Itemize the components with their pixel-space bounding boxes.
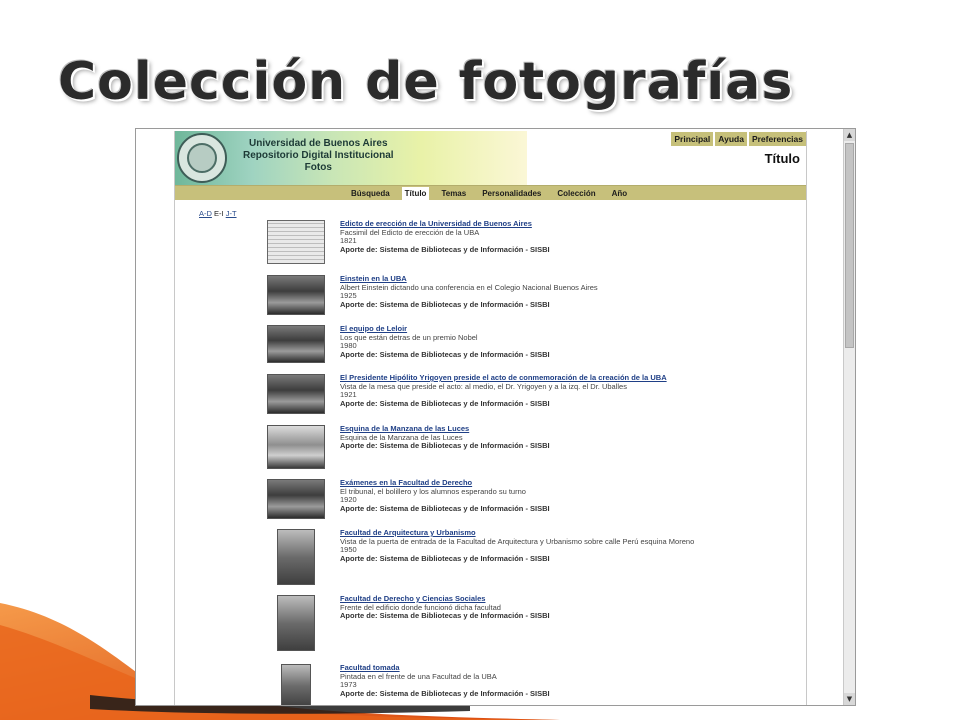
site-banner: Universidad de Buenos Aires Repositorio … — [175, 131, 527, 185]
top-menu: Principal Ayuda Preferencias — [671, 132, 806, 146]
alphabet-index: A-D E-I J-T — [199, 209, 237, 218]
scroll-down-arrow-icon[interactable]: ▼ — [844, 693, 855, 705]
menu-principal[interactable]: Principal — [671, 132, 714, 146]
university-seal-icon — [177, 133, 227, 183]
banner-line-repository: Repositorio Digital Institucional — [243, 150, 394, 161]
tab-busqueda[interactable]: Búsqueda — [351, 187, 390, 200]
item-description: Los que están detras de un premio Nobel — [340, 332, 478, 342]
website-screenshot: ▲ ▼ Universidad de Buenos Aires Reposito… — [135, 128, 856, 706]
page-title: Título — [764, 151, 800, 166]
tab-temas[interactable]: Temas — [441, 187, 466, 200]
photo-thumbnail[interactable] — [267, 220, 325, 264]
item-credit: Aporte de: Sistema de Bibliotecas y de I… — [340, 299, 550, 309]
photo-thumbnail[interactable] — [267, 374, 325, 414]
tab-titulo[interactable]: Título — [401, 187, 430, 200]
photo-thumbnail[interactable] — [267, 425, 325, 469]
banner-text: Universidad de Buenos Aires Repositorio … — [243, 138, 394, 174]
menu-ayuda[interactable]: Ayuda — [715, 132, 747, 146]
nav-bar: Búsqueda Título Temas Personalidades Col… — [175, 185, 806, 200]
item-credit: Aporte de: Sistema de Bibliotecas y de I… — [340, 503, 550, 513]
site-header: Universidad de Buenos Aires Repositorio … — [175, 131, 806, 185]
photo-thumbnail[interactable] — [277, 595, 315, 651]
tab-ano[interactable]: Año — [612, 187, 628, 200]
alpha-link-j-t[interactable]: J-T — [226, 209, 237, 218]
slide-title: Colección de fotografías — [58, 52, 794, 112]
tab-coleccion[interactable]: Colección — [557, 187, 595, 200]
item-credit: Aporte de: Sistema de Bibliotecas y de I… — [340, 688, 550, 698]
item-credit: Aporte de: Sistema de Bibliotecas y de I… — [340, 441, 550, 451]
alpha-current: E-I — [214, 209, 224, 218]
scrollbar-thumb[interactable] — [845, 143, 854, 348]
photo-thumbnail[interactable] — [267, 325, 325, 363]
item-credit: Aporte de: Sistema de Bibliotecas y de I… — [340, 244, 550, 254]
item-credit: Aporte de: Sistema de Bibliotecas y de I… — [340, 553, 550, 563]
photo-thumbnail[interactable] — [267, 479, 325, 519]
item-description: El tribunal, el bolillero y los alumnos … — [340, 486, 526, 496]
item-description: Facsimil del Edicto de erección de la UB… — [340, 227, 480, 237]
banner-line-university: Universidad de Buenos Aires — [249, 138, 388, 149]
menu-preferencias[interactable]: Preferencias — [748, 132, 806, 146]
item-credit: Aporte de: Sistema de Bibliotecas y de I… — [340, 349, 550, 359]
item-description: Vista de la puerta de entrada de la Facu… — [340, 536, 695, 546]
banner-line-collection: Fotos — [304, 162, 332, 173]
photo-thumbnail[interactable] — [277, 529, 315, 585]
alpha-link-a-d[interactable]: A-D — [199, 209, 212, 218]
item-credit: Aporte de: Sistema de Bibliotecas y de I… — [340, 611, 550, 621]
web-page: Universidad de Buenos Aires Repositorio … — [174, 131, 807, 705]
item-description: Vista de la mesa que preside el acto: al… — [340, 381, 627, 391]
scroll-up-arrow-icon[interactable]: ▲ — [844, 129, 855, 141]
photo-thumbnail[interactable] — [281, 664, 311, 705]
photo-thumbnail[interactable] — [267, 275, 325, 315]
item-description: Pintada en el frente de una Facultad de … — [340, 671, 497, 681]
vertical-scrollbar[interactable]: ▲ ▼ — [843, 129, 855, 705]
item-credit: Aporte de: Sistema de Bibliotecas y de I… — [340, 398, 550, 408]
item-description: Albert Einstein dictando una conferencia… — [340, 282, 598, 292]
tab-personalidades[interactable]: Personalidades — [482, 187, 541, 200]
